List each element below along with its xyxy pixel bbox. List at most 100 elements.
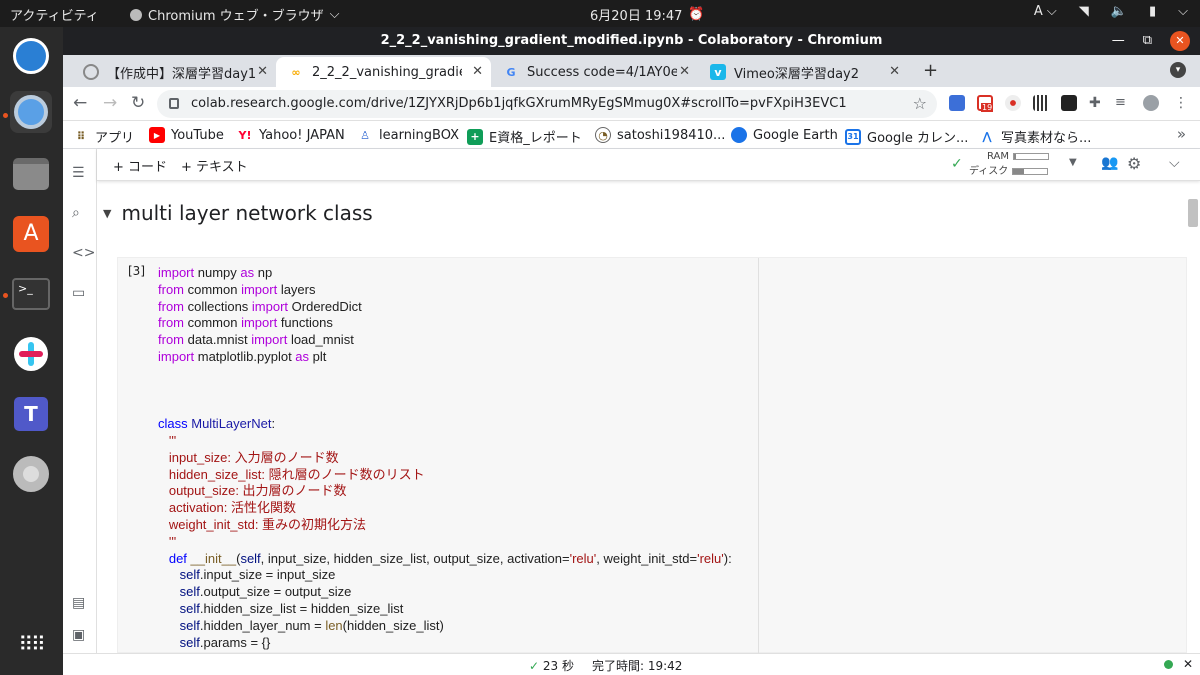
bookmark-youtube[interactable]: ▶ YouTube: [149, 127, 224, 143]
input-method-label: A: [1033, 4, 1043, 19]
learningbox-icon: ♙: [360, 128, 370, 142]
section-heading[interactable]: ▼ multi layer network class: [103, 201, 373, 225]
colab-status-bar: ✓ 23 秒 完了時間: 19:42 ✕: [63, 653, 1200, 675]
scrollbar-thumb[interactable]: [1188, 199, 1198, 227]
volume-icon: 🔈: [1110, 4, 1127, 19]
input-method-indicator[interactable]: A ⌵: [1034, 4, 1057, 19]
cell-divider: [758, 258, 759, 654]
extension-meet-icon[interactable]: [949, 95, 965, 111]
close-tab-icon[interactable]: ✕: [679, 64, 690, 79]
show-applications-button[interactable]: ⠿⠿: [10, 623, 52, 665]
terminal-icon[interactable]: ▣: [72, 627, 88, 643]
bookmark-yahoo[interactable]: Y! Yahoo! JAPAN: [237, 127, 345, 143]
close-tab-icon[interactable]: ✕: [257, 64, 268, 79]
dock-terminal[interactable]: >_: [10, 273, 52, 315]
code-editor[interactable]: import numpy as np from common import la…: [158, 265, 732, 651]
table-of-contents-icon[interactable]: ☰: [72, 165, 88, 181]
apps-grid-icon: ⠿: [76, 130, 86, 143]
minimize-icon[interactable]: —: [1112, 27, 1125, 55]
tab-2-active[interactable]: ∞ 2_2_2_vanishing_gradient ✕: [276, 57, 491, 87]
bookmarks-overflow-icon[interactable]: »: [1177, 125, 1186, 143]
bookmark-apps[interactable]: ⠿ アプリ: [73, 127, 134, 146]
tab-4[interactable]: v Vimeo深層学習day2 ✕: [698, 57, 908, 87]
clock-label: 6月20日 19:47: [590, 9, 683, 24]
bookmark-learningbox[interactable]: ♙ learningBOX: [357, 127, 459, 143]
tab-1[interactable]: 【作成中】深層学習day1, ✕: [71, 57, 276, 87]
new-tab-button[interactable]: +: [923, 60, 938, 81]
bookmark-google-calendar[interactable]: 31 Google カレン...: [845, 127, 968, 146]
settings-gear-icon[interactable]: ⚙: [1127, 154, 1141, 173]
dock-slack[interactable]: [10, 333, 52, 375]
add-text-button[interactable]: + テキスト: [181, 156, 248, 175]
bookmark-label: learningBOX: [379, 127, 460, 143]
reload-button[interactable]: ↻: [131, 93, 145, 113]
status-close-icon[interactable]: ✕: [1183, 657, 1193, 671]
connected-check-icon: ✓: [951, 156, 963, 172]
gmail-icon[interactable]: 19: [977, 95, 994, 112]
reading-list-icon[interactable]: ≡: [1115, 95, 1131, 111]
bookmark-star-icon[interactable]: ☆: [913, 90, 927, 118]
collapse-triangle-icon[interactable]: ▼: [103, 207, 111, 220]
clock[interactable]: 6月20日 19:47 ⏰: [590, 5, 705, 24]
code-cell[interactable]: [3] import numpy as np from common impor…: [117, 257, 1187, 654]
apps-grid-icon: ⠿⠿: [18, 632, 45, 656]
dock-thunderbird[interactable]: [10, 35, 52, 77]
bookmark-label: Google Earth: [753, 127, 838, 143]
extension-red-dot-icon[interactable]: [1005, 95, 1021, 111]
maximize-icon[interactable]: ⧉: [1143, 27, 1152, 55]
extension-barcode-icon[interactable]: [1033, 95, 1049, 111]
tab-3[interactable]: G Success code=4/1AY0e-g7 ✕: [491, 57, 698, 87]
dock-teams[interactable]: T: [10, 393, 52, 435]
status-completed: 完了時間: 19:42: [591, 659, 683, 673]
window-controls: — ⧉ ✕: [1112, 27, 1190, 55]
resource-meter[interactable]: RAM ディスク: [969, 151, 1050, 177]
close-tab-icon[interactable]: ✕: [889, 64, 900, 79]
bookmark-photo[interactable]: ⋀ 写真素材なら...: [979, 127, 1091, 146]
dock: A >_ T ⠿⠿: [0, 27, 63, 675]
runtime-dropdown-icon[interactable]: ▼: [1069, 157, 1077, 168]
tab-search-icon[interactable]: ▾: [1170, 62, 1186, 78]
dock-files[interactable]: [10, 153, 52, 195]
code-snippets-icon[interactable]: <>: [72, 245, 95, 261]
extensions-puzzle-icon[interactable]: ✚: [1089, 95, 1105, 111]
bookmark-label: satoshi198410...: [617, 127, 726, 143]
back-button[interactable]: ←: [73, 93, 87, 113]
bookmark-github[interactable]: ◔ satoshi198410...: [595, 127, 725, 143]
close-tab-icon[interactable]: ✕: [472, 64, 483, 79]
bookmarks-bar: ⠿ アプリ ▶ YouTube Y! Yahoo! JAPAN ♙ learni…: [63, 121, 1200, 149]
running-indicator: [3, 113, 8, 118]
bookmark-google-earth[interactable]: Google Earth: [731, 127, 838, 143]
system-tray[interactable]: A ⌵ ◥ 🔈 ▮ ⌵: [1034, 4, 1188, 19]
close-window-icon[interactable]: ✕: [1170, 31, 1190, 51]
address-bar[interactable]: colab.research.google.com/drive/1ZJYXRjD…: [157, 90, 937, 118]
forward-button[interactable]: →: [103, 93, 117, 113]
chevron-down-icon: ⌵: [329, 7, 340, 22]
dock-software[interactable]: A: [10, 213, 52, 255]
collapse-chevron-icon[interactable]: ⌵: [1169, 155, 1180, 171]
extension-tampermonkey-icon[interactable]: [1061, 95, 1077, 111]
app-menu[interactable]: Chromium ウェブ・ブラウザ ⌵: [130, 5, 340, 24]
youtube-icon: ▶: [149, 127, 165, 143]
tab-title: Success code=4/1AY0e-g7: [527, 64, 677, 80]
profile-avatar[interactable]: [1143, 95, 1159, 111]
search-icon[interactable]: ⌕: [72, 205, 88, 221]
optical-disc-icon: [13, 456, 49, 492]
share-people-icon[interactable]: 👥: [1101, 155, 1118, 171]
status-check-icon: ✓: [529, 659, 540, 673]
vimeo-icon: v: [710, 64, 726, 80]
dock-disc[interactable]: [10, 453, 52, 495]
status-elapsed: ✓ 23 秒: [529, 657, 574, 674]
disk-meter: [1012, 167, 1049, 175]
bookmark-eshikaku-report[interactable]: + E資格_レポート: [467, 127, 582, 146]
add-code-button[interactable]: + コード: [113, 156, 167, 175]
ram-meter: [1013, 152, 1050, 160]
activities-button[interactable]: アクティビティ: [10, 5, 99, 24]
chevron-down-icon: ⌵: [1178, 4, 1188, 19]
files-folder-icon[interactable]: ▭: [72, 285, 88, 301]
notebook-scrollbar[interactable]: [1186, 181, 1200, 653]
tab-title: 【作成中】深層学習day1,: [107, 66, 257, 82]
menu-kebab-icon[interactable]: ⋮: [1173, 95, 1189, 111]
dock-chromium[interactable]: [10, 91, 52, 133]
google-icon: G: [506, 65, 516, 79]
command-palette-icon[interactable]: ▤: [72, 595, 88, 611]
